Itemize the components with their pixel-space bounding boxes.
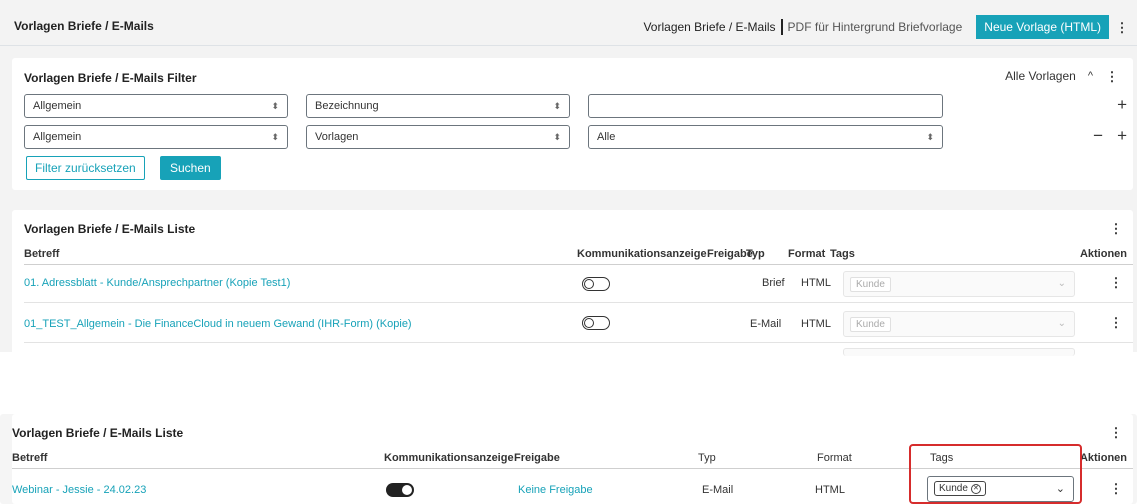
row-subject-link[interactable]: 01_TEST_Allgemein - Die FinanceCloud in … xyxy=(24,318,412,330)
row-subject-link[interactable]: Webinar - Jessie - 24.02.23 xyxy=(12,484,146,496)
new-template-button[interactable]: Neue Vorlage (HTML) xyxy=(976,15,1109,39)
col-header-aktionen: Aktionen xyxy=(1079,452,1127,464)
page-title: Vorlagen Briefe / E-Mails xyxy=(14,19,154,33)
row-format: HTML xyxy=(801,318,831,330)
list-title: Vorlagen Briefe / E-Mails Liste xyxy=(12,426,184,440)
nav-tab-pdf-background[interactable]: PDF für Hintergrund Briefvorlage xyxy=(788,20,963,34)
filter-kebab-icon[interactable]: ⋮ xyxy=(1105,70,1119,83)
col-header-kommunikationsanzeige[interactable]: Kommunikationsanzeige xyxy=(384,452,514,464)
add-filter-row-icon[interactable]: + xyxy=(1117,95,1127,115)
list-title: Vorlagen Briefe / E-Mails Liste xyxy=(24,222,196,236)
filter-row2-field-select[interactable]: Vorlagen ⬍ xyxy=(306,125,570,149)
reset-filter-button[interactable]: Filter zurücksetzen xyxy=(26,156,145,180)
col-header-format[interactable]: Format xyxy=(788,248,825,260)
filter-row1-field-select[interactable]: Bezeichnung ⬍ xyxy=(306,94,570,118)
select-caret-icon: ⬍ xyxy=(926,132,934,142)
nav-tab-templates[interactable]: Vorlagen Briefe / E-Mails xyxy=(643,20,775,34)
col-header-betreff[interactable]: Betreff xyxy=(24,248,59,260)
list-card-bottom: Vorlagen Briefe / E-Mails Liste ⋮ Betref… xyxy=(12,414,1133,504)
add-filter-row-icon[interactable]: + xyxy=(1117,126,1127,146)
chevron-up-icon[interactable]: ^ xyxy=(1088,70,1093,82)
select-caret-icon: ⬍ xyxy=(553,132,561,142)
select-caret-icon: ⬍ xyxy=(271,132,279,142)
list-kebab-icon[interactable]: ⋮ xyxy=(1109,426,1123,439)
filter-header-actions: Alle Vorlagen ^ ⋮ xyxy=(1005,69,1119,83)
row-type: E-Mail xyxy=(750,318,782,330)
list-kebab-icon[interactable]: ⋮ xyxy=(1109,222,1123,235)
remove-filter-row-icon[interactable]: − xyxy=(1093,126,1103,146)
filter-row1-category-select[interactable]: Allgemein ⬍ xyxy=(24,94,288,118)
row-actions-kebab-icon[interactable]: ⋮ xyxy=(1109,276,1123,289)
list-card-top: Vorlagen Briefe / E-Mails Liste ⋮ Betref… xyxy=(12,210,1133,356)
row-actions-kebab-icon[interactable]: ⋮ xyxy=(1109,316,1123,329)
select-caret-icon: ⬍ xyxy=(553,101,561,111)
tags-select[interactable]: Kunde ✕ ⌄ xyxy=(927,476,1074,502)
tags-select-disabled: Kunde ⌄ xyxy=(843,311,1075,337)
release-link[interactable]: Keine Freigabe xyxy=(518,484,593,496)
tag-chip: Kunde xyxy=(850,277,891,292)
col-header-tags[interactable]: Tags xyxy=(830,248,855,260)
row-type: Brief xyxy=(762,277,785,289)
filter-row2-value-select[interactable]: Alle ⬍ xyxy=(588,125,943,149)
remove-tag-icon[interactable]: ✕ xyxy=(970,483,981,494)
header-nav: Vorlagen Briefe / E-Mails PDF für Hinter… xyxy=(643,14,1129,40)
col-header-kommunikationsanzeige[interactable]: Kommunikationsanzeige xyxy=(577,248,707,260)
row-actions-kebab-icon[interactable]: ⋮ xyxy=(1109,482,1123,495)
all-templates-label[interactable]: Alle Vorlagen xyxy=(1005,69,1076,83)
header-kebab-icon[interactable]: ⋮ xyxy=(1115,21,1129,34)
select-caret-icon: ⬍ xyxy=(271,101,279,111)
chevron-down-icon: ⌄ xyxy=(1057,278,1066,289)
row-subject-link[interactable]: 01. Adressblatt - Kunde/Ansprechpartner … xyxy=(24,277,290,289)
top-screenshot-area: Vorlagen Briefe / E-Mails Vorlagen Brief… xyxy=(0,0,1137,356)
filter-row2-category-select[interactable]: Allgemein ⬍ xyxy=(24,125,288,149)
row-divider xyxy=(24,342,1133,343)
page-header: Vorlagen Briefe / E-Mails Vorlagen Brief… xyxy=(0,8,1137,46)
row-format: HTML xyxy=(801,277,831,289)
filter-card: Vorlagen Briefe / E-Mails Filter Alle Vo… xyxy=(12,58,1133,190)
row-divider xyxy=(24,302,1133,303)
search-button[interactable]: Suchen xyxy=(160,156,221,180)
col-header-typ[interactable]: Typ xyxy=(698,452,716,464)
header-divider xyxy=(24,264,1133,265)
tags-select-disabled: Kunde ⌄ xyxy=(843,271,1075,297)
communication-toggle[interactable] xyxy=(582,316,610,330)
tag-chip: Kunde ✕ xyxy=(934,481,986,496)
tag-chip: Kunde xyxy=(850,317,891,332)
nav-separator xyxy=(780,19,783,35)
tags-select-cutoff xyxy=(843,348,1075,356)
col-header-freigabe[interactable]: Freigabe xyxy=(514,452,560,464)
filter-title: Vorlagen Briefe / E-Mails Filter xyxy=(24,71,197,85)
col-header-format[interactable]: Format xyxy=(817,452,852,464)
chevron-down-icon: ⌄ xyxy=(1057,318,1066,329)
col-header-aktionen: Aktionen xyxy=(1079,248,1127,260)
communication-toggle[interactable] xyxy=(582,277,610,291)
row-format: HTML xyxy=(815,484,845,496)
col-header-typ[interactable]: Typ xyxy=(746,248,765,260)
filter-row1-value-input[interactable] xyxy=(588,94,943,118)
communication-toggle[interactable] xyxy=(386,483,414,497)
chevron-down-icon[interactable]: ⌄ xyxy=(1056,482,1065,495)
col-header-betreff[interactable]: Betreff xyxy=(12,452,47,464)
row-type: E-Mail xyxy=(702,484,734,496)
